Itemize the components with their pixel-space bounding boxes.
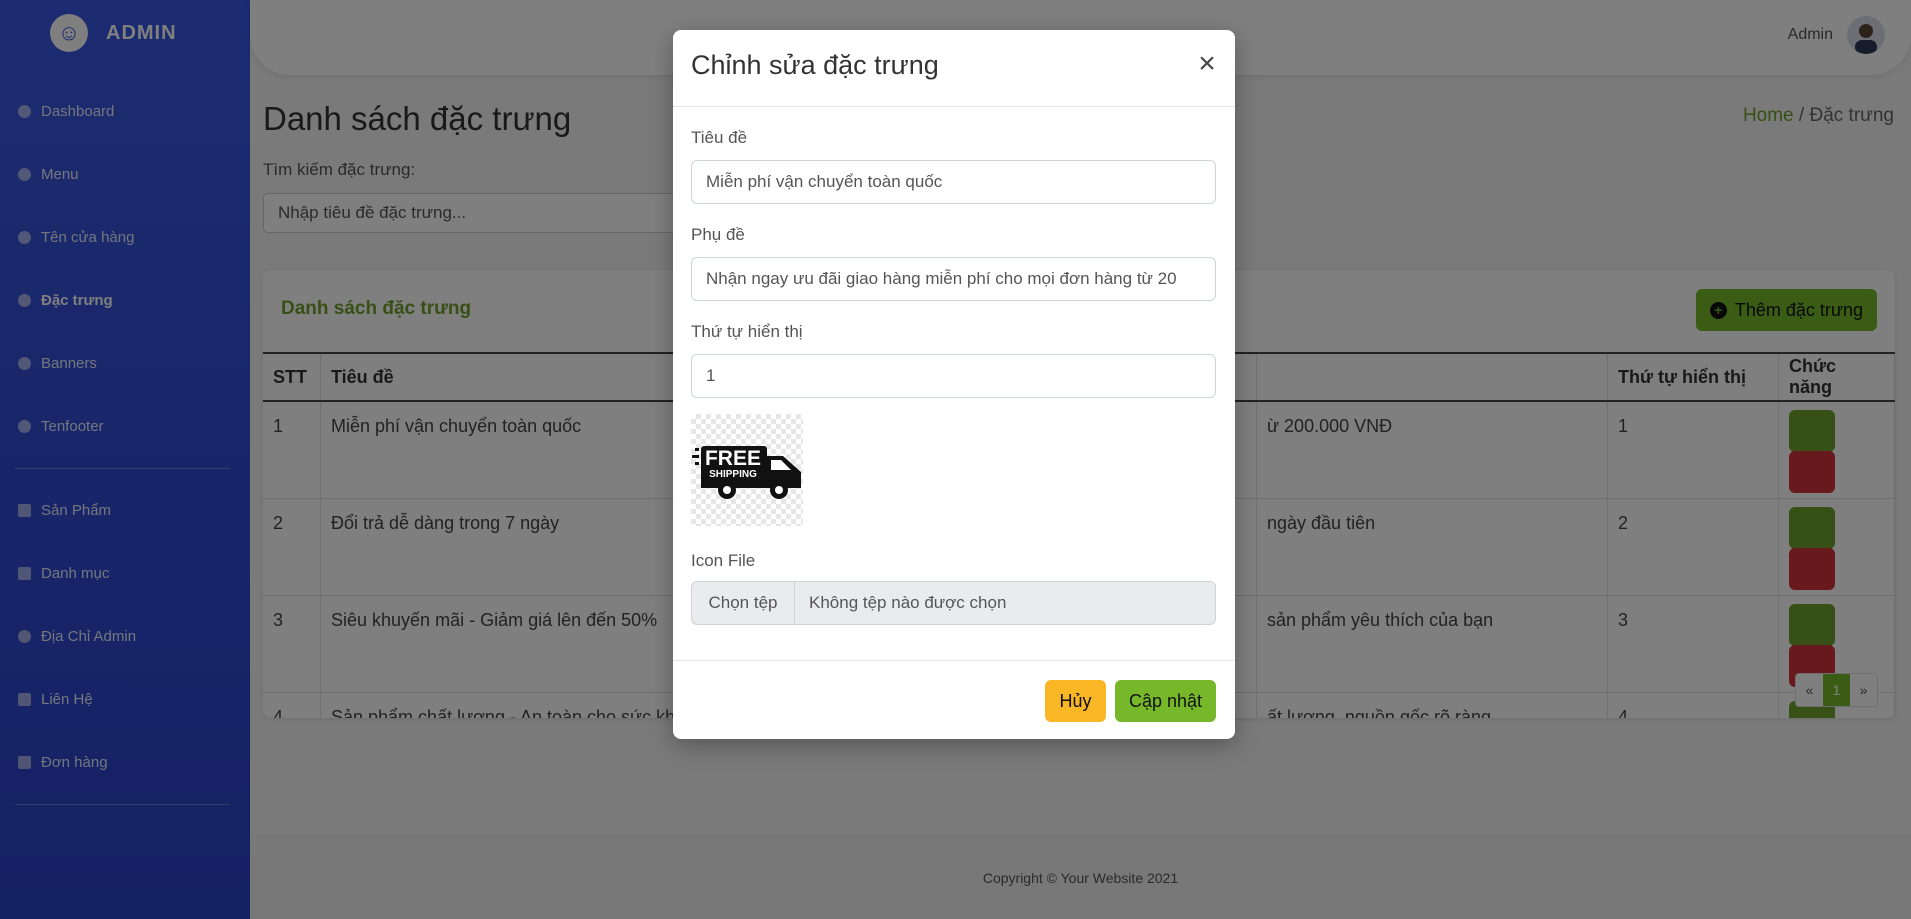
preview-shipping-text: SHIPPING — [709, 469, 757, 480]
edit-feature-modal: Chỉnh sửa đặc trưng × Tiêu đề Miễn phí v… — [673, 30, 1235, 739]
modal-footer-divider — [673, 660, 1235, 661]
close-icon[interactable]: × — [1195, 49, 1219, 79]
cancel-button[interactable]: Hủy — [1045, 680, 1106, 722]
update-button[interactable]: Cập nhật — [1115, 680, 1216, 722]
free-shipping-truck-icon: FREE SHIPPING — [692, 446, 801, 499]
preview-free-text: FREE — [705, 447, 761, 470]
modal-header: Chỉnh sửa đặc trưng × — [673, 30, 1235, 107]
title-label: Tiêu đề — [691, 128, 748, 147]
order-input[interactable]: 1 — [691, 354, 1216, 398]
order-label: Thứ tự hiển thị — [691, 322, 803, 341]
subtitle-label: Phụ đề — [691, 225, 745, 244]
modal-title: Chỉnh sửa đặc trưng — [691, 50, 939, 80]
icon-file-label: Icon File — [691, 551, 756, 570]
icon-file-input[interactable]: Chọn tệp Không tệp nào được chọn — [691, 581, 1216, 625]
icon-preview-image: FREE SHIPPING — [691, 414, 803, 526]
subtitle-input[interactable]: Nhận ngay ưu đãi giao hàng miễn phí cho … — [691, 257, 1216, 301]
choose-file-button[interactable]: Chọn tệp — [692, 582, 795, 624]
title-input[interactable]: Miễn phí vận chuyển toàn quốc — [691, 160, 1216, 204]
file-status: Không tệp nào được chọn — [809, 593, 1007, 612]
